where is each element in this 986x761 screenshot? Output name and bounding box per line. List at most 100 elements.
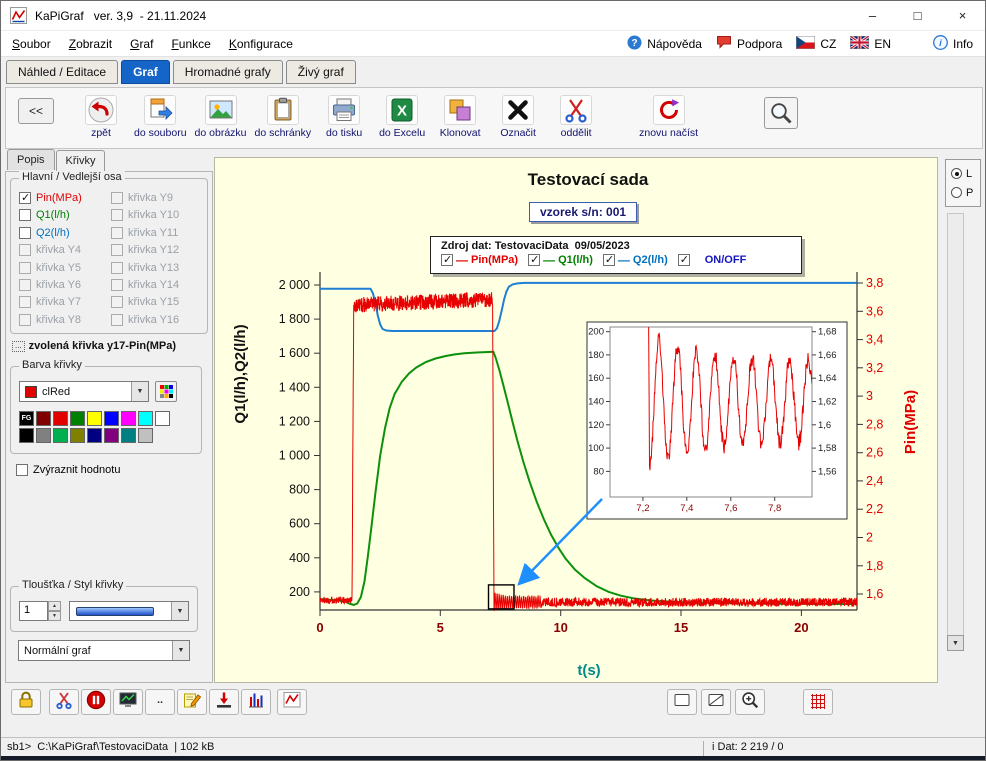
palette-color-000000[interactable] — [19, 428, 34, 443]
legend-checkbox[interactable] — [678, 254, 690, 266]
palette-color-808080[interactable] — [36, 428, 51, 443]
checkbox — [111, 279, 123, 291]
scroll-down-button[interactable]: ▼ — [947, 635, 964, 651]
clone-button[interactable]: Klonovat — [435, 95, 485, 139]
palette-color-e00000[interactable] — [53, 411, 68, 426]
palette-color-c0c0c0[interactable] — [138, 428, 153, 443]
checkbox[interactable] — [19, 227, 31, 239]
lang-en-button[interactable]: EN — [850, 36, 891, 52]
annotate-button[interactable] — [177, 689, 207, 715]
svg-text:7,4: 7,4 — [680, 503, 693, 514]
curve-checkbox-q1-l-h[interactable]: Q1(l/h) — [19, 209, 70, 221]
separate-button[interactable]: oddělit — [551, 95, 601, 139]
close-button[interactable]: × — [940, 1, 985, 30]
radio-l-label: L — [966, 168, 972, 180]
minimize-button[interactable]: – — [850, 1, 895, 30]
reload-button[interactable]: znovu načíst — [639, 95, 698, 139]
radio-left-axis[interactable]: L — [951, 164, 980, 183]
mark-button[interactable]: Označit — [493, 95, 543, 139]
pause-button[interactable] — [81, 689, 111, 715]
chevron-down-icon[interactable]: ▼ — [131, 382, 148, 401]
legend-checkbox[interactable] — [603, 254, 615, 266]
menu-konfigurace[interactable]: Konfigurace — [220, 33, 302, 55]
bars-chart-button[interactable] — [241, 689, 271, 715]
menu-funkce[interactable]: Funkce — [162, 33, 219, 55]
selection-rect-button[interactable] — [667, 689, 697, 715]
palette-color-0000ff[interactable] — [104, 411, 119, 426]
maximize-button[interactable]: □ — [895, 1, 940, 30]
zoom-in-button[interactable] — [735, 689, 765, 715]
chart-area[interactable]: Testovací sada vzorek s/n: 001 Zdroj dat… — [214, 157, 938, 683]
palette-color-ff00ff[interactable] — [121, 411, 136, 426]
support-menu[interactable]: Podpora — [716, 35, 782, 52]
back-button[interactable]: zpět — [76, 95, 126, 139]
legend-checkbox[interactable] — [441, 254, 453, 266]
scissors-button[interactable] — [49, 689, 79, 715]
lock-button[interactable] — [11, 689, 41, 715]
graph-type-select[interactable]: Normální graf ▼ — [18, 640, 190, 661]
selection-diagonal-button[interactable] — [701, 689, 731, 715]
legend-checkbox[interactable] — [528, 254, 540, 266]
palette-button[interactable] — [155, 381, 177, 402]
line-style-select[interactable]: ▼ — [69, 601, 189, 621]
more-button[interactable]: ... — [12, 341, 25, 352]
view-tabs: Náhled / EditaceGrafHromadné grafyŽivý g… — [1, 57, 985, 85]
palette-color-800000[interactable] — [36, 411, 51, 426]
svg-text:Q1(l/h),Q2(l/h): Q1(l/h),Q2(l/h) — [232, 324, 249, 423]
menu-zobrazit[interactable]: Zobrazit — [60, 33, 121, 55]
to-image-button[interactable]: do obrázku — [195, 95, 247, 139]
to-print-button[interactable]: do tisku — [319, 95, 369, 139]
svg-text:10: 10 — [553, 620, 567, 635]
radio-icon[interactable] — [951, 187, 962, 198]
checkbox[interactable] — [16, 464, 28, 476]
grid-button[interactable] — [803, 689, 833, 715]
spin-down-button[interactable]: ▼ — [48, 611, 61, 621]
lang-cz-button[interactable]: CZ — [796, 36, 836, 52]
menu-graf[interactable]: Graf — [121, 33, 162, 55]
to-file-button[interactable]: do souboru — [134, 95, 187, 139]
more-button[interactable]: .. — [145, 689, 175, 715]
palette-color-808000[interactable] — [70, 428, 85, 443]
tab-graf[interactable]: Graf — [121, 60, 170, 84]
info-label: Info — [953, 37, 973, 51]
palette-color-008080[interactable] — [121, 428, 136, 443]
monitor-button[interactable] — [113, 689, 143, 715]
to-clipboard-button[interactable]: do schránky — [255, 95, 312, 139]
cut-icon — [54, 690, 74, 715]
toolbar-label: do schránky — [255, 127, 312, 139]
line-chart-button[interactable] — [277, 689, 307, 715]
palette-color-ffff00[interactable] — [87, 411, 102, 426]
chevron-down-icon[interactable]: ▼ — [171, 602, 188, 620]
palette-color-008000[interactable] — [70, 411, 85, 426]
palette-color-00b050[interactable] — [53, 428, 68, 443]
palette-color-800080[interactable] — [104, 428, 119, 443]
curve-checkbox-q2-l-h[interactable]: Q2(l/h) — [19, 227, 70, 239]
curve-checkbox-pin-mpa[interactable]: Pin(MPa) — [19, 192, 82, 204]
checkbox[interactable] — [19, 209, 31, 221]
spin-up-button[interactable]: ▲ — [48, 601, 61, 611]
tab-hromadne-grafy[interactable]: Hromadné grafy — [173, 60, 283, 84]
info-menu[interactable]: iInfo — [933, 35, 973, 53]
thickness-spinner[interactable]: 1 ▲▼ — [19, 601, 61, 621]
radio-icon[interactable] — [951, 168, 962, 179]
palette-color-ffffff[interactable] — [155, 411, 170, 426]
search-button[interactable] — [764, 97, 798, 129]
tab-nahled-editace[interactable]: Náhled / Editace — [6, 60, 118, 84]
color-select[interactable]: clRed ▼ — [19, 381, 149, 402]
palette-color-00ffff[interactable] — [138, 411, 153, 426]
checkbox[interactable] — [19, 192, 31, 204]
palette-color-000080[interactable] — [87, 428, 102, 443]
to-excel-button[interactable]: Xdo Excelu — [377, 95, 427, 139]
collapse-button[interactable]: << — [18, 98, 54, 124]
import-button[interactable] — [209, 689, 239, 715]
chart-scrollbar[interactable]: ▼ — [947, 213, 964, 651]
highlight-checkbox[interactable]: Zvýraznit hodnotu — [16, 464, 120, 476]
radio-right-axis[interactable]: P — [951, 183, 980, 202]
menu-soubor[interactable]: Soubor — [3, 33, 60, 55]
panel-tab-popis[interactable]: Popis — [7, 149, 55, 170]
fg-color-cell[interactable]: FG — [19, 411, 34, 426]
help-menu[interactable]: ?Nápověda — [627, 35, 702, 53]
tab-zivy-graf[interactable]: Živý graf — [286, 60, 356, 84]
panel-tab-krivky[interactable]: Křivky — [56, 150, 106, 171]
chevron-down-icon[interactable]: ▼ — [172, 641, 189, 660]
